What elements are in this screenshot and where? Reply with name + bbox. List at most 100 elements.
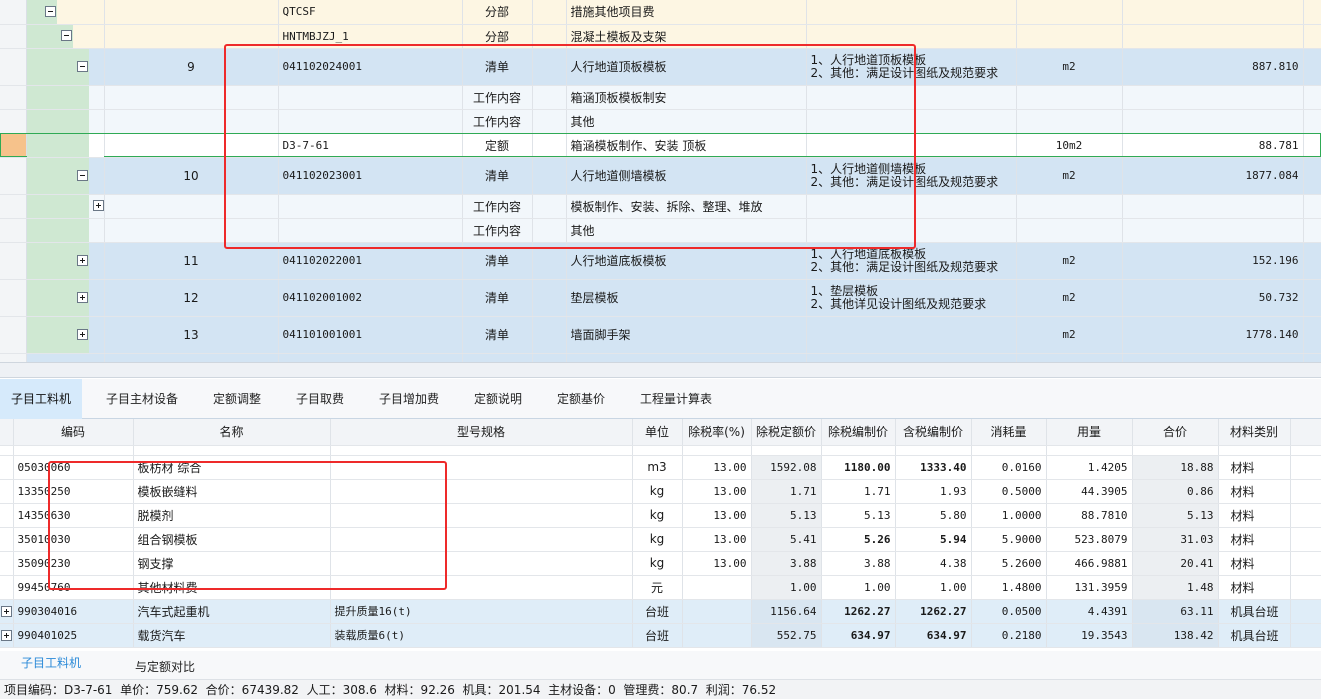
resource-name[interactable]: 汽车式起重机 [133,599,331,624]
resource-code[interactable]: 05030060 [13,455,134,480]
resource-consumption[interactable]: 0.0500 [971,599,1047,624]
resource-row-machine[interactable]: 990304016 汽车式起重机 提升质量16(t) 台班 1156.64 1262.27… [0,599,1321,624]
boq-row-quota[interactable]: D3-7-61 定额 箱涵模板制作、安装 顶板 10m2 88.781 [0,133,1321,158]
resource-name[interactable]: 脱模剂 [133,503,331,528]
tab-main-material-equipment[interactable]: 子目主材设备 [96,379,188,419]
header-total[interactable]: 合价 [1132,419,1219,446]
resource-net-price[interactable]: 1180.00 [821,455,896,480]
resource-row-material[interactable]: 13350250 模板嵌缝料 kg 13.00 1.71 1.71 1.93 0.5000 44… [0,479,1321,504]
header-tax-rate[interactable]: 除税率(%) [682,419,752,446]
item-name[interactable]: 其他 [566,109,807,134]
resource-gross-price[interactable]: 1.93 [895,479,972,504]
row-gutter[interactable] [0,133,27,158]
header-category[interactable]: 材料类别 [1218,419,1291,446]
resource-net-price[interactable]: 5.13 [821,503,896,528]
boq-row-work[interactable]: 工作内容 其他 [0,218,1321,243]
resource-net-price[interactable]: 1.00 [821,575,896,600]
resource-row-material[interactable]: 35090230 钢支撑 kg 13.00 3.88 3.88 4.38 5.2600 466.… [0,551,1321,576]
item-name[interactable]: 墙面脚手架 [566,316,807,354]
tab-material-machine[interactable]: 子目工料机 [0,379,82,419]
tab-surcharge[interactable]: 子目增加费 [369,379,449,419]
resource-row-material[interactable]: 14350630 脱模剂 kg 13.00 5.13 5.13 5.80 1.0000 88.7… [0,503,1321,528]
resource-gross-price[interactable]: 1262.27 [895,599,972,624]
header-unit[interactable]: 单位 [632,419,683,446]
expand-icon[interactable] [76,328,88,340]
resource-net-price[interactable]: 1.71 [821,479,896,504]
resource-net-price[interactable]: 634.97 [821,623,896,648]
resource-name[interactable]: 载货汽车 [133,623,331,648]
row-gutter[interactable] [0,218,27,243]
resource-consumption[interactable]: 5.9000 [971,527,1047,552]
resource-consumption[interactable]: 0.5000 [971,479,1047,504]
row-gutter[interactable] [0,109,27,134]
resource-consumption[interactable]: 5.2600 [971,551,1047,576]
tab-quota-adjust[interactable]: 定额调整 [203,379,271,419]
tab-quota-notes[interactable]: 定额说明 [463,379,533,419]
resource-row-material[interactable]: 99450760 其他材料费元 1.00 1.00 1.00 1.4800 131.3959… [0,575,1321,600]
item-name[interactable]: 混凝土模板及支架 [566,24,807,49]
resource-name[interactable]: 其他材料费 [133,575,331,600]
resource-net-price[interactable]: 3.88 [821,551,896,576]
expand-icon[interactable] [1,606,12,617]
resource-name[interactable]: 板枋材 综合 [133,455,331,480]
item-name[interactable]: 人行地道侧墙模板 [566,157,807,195]
resource-code[interactable]: 35010030 [13,527,134,552]
row-gutter[interactable] [0,157,27,195]
bottom-tab-compare-quota[interactable]: 与定额对比 [135,655,195,679]
resource-name[interactable]: 组合钢模板 [133,527,331,552]
boq-row-section[interactable]: HNTMBJZJ_1 分部 混凝土模板及支架 [0,24,1321,49]
tab-quantity-calc[interactable]: 工程量计算表 [630,379,722,419]
resource-consumption[interactable]: 1.0000 [971,503,1047,528]
boq-row-item[interactable]: 9 041102024001 清单 人行地道顶板模板 1、人行地道顶板模板 2、其他：满足… [0,48,1321,86]
expand-icon[interactable] [76,291,88,303]
header-code[interactable]: 编码 [13,419,134,446]
resource-code[interactable]: 35090230 [13,551,134,576]
boq-row-item[interactable]: 10 041102023001 清单 人行地道侧墙模板 1、人行地道侧墙模板 2、其他：满… [0,157,1321,195]
row-gutter[interactable] [0,24,27,49]
row-gutter[interactable] [0,48,27,86]
item-name[interactable]: 其他 [566,218,807,243]
row-gutter[interactable] [0,279,27,317]
item-name[interactable]: 箱涵顶板模板制安 [566,85,807,110]
item-name[interactable]: 箱涵模板制作、安装 顶板 [566,133,807,158]
resource-row-material[interactable]: 35010030 组合钢模板 kg 13.00 5.41 5.26 5.94 5.9000 52… [0,527,1321,552]
resource-consumption[interactable]: 1.4800 [971,575,1047,600]
resource-row-material[interactable]: 05030060 板枋材 综合 m3 13.00 1592.08 1180.00 1333.… [0,455,1321,480]
boq-row-work[interactable]: 工作内容 模板制作、安装、拆除、整理、堆放 [0,194,1321,219]
header-usage[interactable]: 用量 [1046,419,1133,446]
resource-row-machine[interactable]: 990401025 载货汽车 装载质量6(t) 台班 552.75 634.97 634.9… [0,623,1321,648]
header-consumption[interactable]: 消耗量 [971,419,1047,446]
resource-gross-price[interactable]: 1333.40 [895,455,972,480]
tab-quota-base-price[interactable]: 定额基价 [546,379,616,419]
bottom-tab-material-machine[interactable]: 子目工料机 [21,651,81,675]
boq-row-item[interactable]: 11 041102022001 清单 人行地道底板模板 1、人行地道底板模板 2、其他：满… [0,242,1321,280]
resource-name[interactable]: 模板嵌缝料 [133,479,331,504]
row-gutter[interactable] [0,0,27,25]
resource-gross-price[interactable]: 4.38 [895,551,972,576]
header-spec[interactable]: 型号规格 [330,419,633,446]
resource-net-price[interactable]: 1262.27 [821,599,896,624]
resource-gross-price[interactable]: 634.97 [895,623,972,648]
tab-fee-take[interactable]: 子目取费 [284,379,356,419]
header-name[interactable]: 名称 [133,419,331,446]
header-net-price[interactable]: 除税编制价 [821,419,896,446]
resource-code[interactable]: 990401025 [13,623,134,648]
bill-of-quantities-grid[interactable]: QTCSF 分部 措施其他项目费 HNTMBJZJ_1 分部 混凝土模板及支架 9 04110… [0,0,1321,362]
resource-code[interactable]: 13350250 [13,479,134,504]
collapse-icon[interactable] [76,60,88,72]
resource-grid[interactable]: 编码 名称 型号规格 单位 除税率(%) 除税定额价 除税编制价 含税编制价 消… [0,419,1321,651]
expand-icon[interactable] [76,254,88,266]
item-name[interactable]: 垫层模板 [566,279,807,317]
splitter-bar[interactable] [0,362,1321,386]
expand-icon[interactable] [92,200,103,211]
resource-code[interactable]: 990304016 [13,599,134,624]
resource-name[interactable]: 钢支撑 [133,551,331,576]
resource-consumption[interactable]: 0.0160 [971,455,1047,480]
collapse-icon[interactable] [44,5,56,17]
item-name[interactable]: 模板制作、安装、拆除、整理、堆放 [566,194,807,219]
row-gutter[interactable] [0,242,27,280]
resource-code[interactable]: 14350630 [13,503,134,528]
item-name[interactable]: 措施其他项目费 [566,0,807,25]
resource-gross-price[interactable]: 5.80 [895,503,972,528]
boq-row-work[interactable]: 工作内容 箱涵顶板模板制安 [0,85,1321,110]
